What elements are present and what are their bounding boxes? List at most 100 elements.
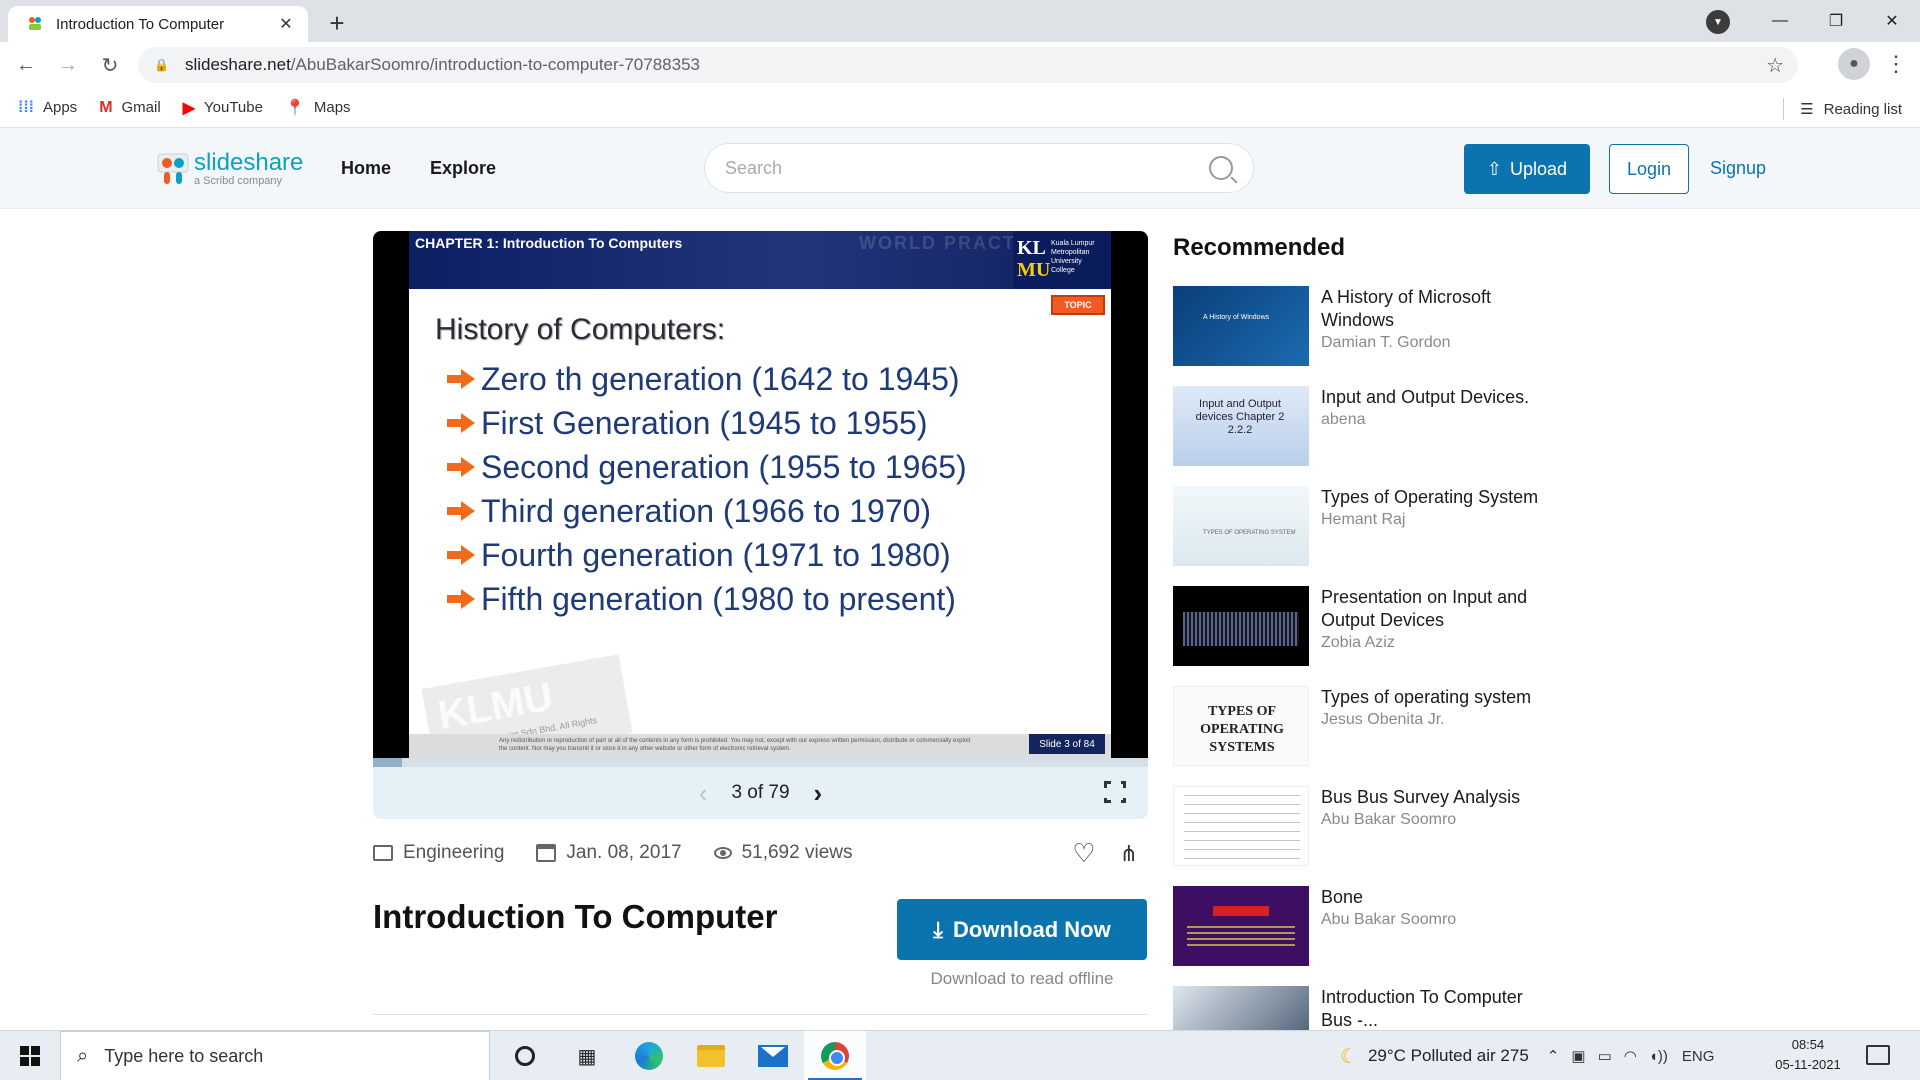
taskbar-clock[interactable]: 08:54 05-11-2021 xyxy=(1768,1035,1848,1075)
volume-icon[interactable]: ◖)) xyxy=(1649,1048,1668,1065)
recommended-item[interactable]: Bus Bus Survey Analysis Abu Bakar Soomro xyxy=(1173,786,1553,886)
cortana-button[interactable] xyxy=(494,1031,556,1080)
fullscreen-icon[interactable] xyxy=(1103,780,1127,804)
recommended-title[interactable]: Types of Operating System xyxy=(1321,486,1551,509)
nav-explore[interactable]: Explore xyxy=(430,158,496,179)
apps-grid-icon: ⁞⁞⁞ xyxy=(18,98,34,116)
forward-arrow-icon[interactable]: → xyxy=(52,49,84,81)
recommended-thumbnail[interactable]: TYPES OF OPERATING SYSTEM xyxy=(1173,486,1309,566)
recommended-thumbnail[interactable]: A History of Windows xyxy=(1173,286,1309,366)
browser-tab[interactable]: Introduction To Computer ✕ xyxy=(8,6,308,42)
recommended-title[interactable]: Presentation on Input and Output Devices xyxy=(1321,586,1551,632)
recommended-thumbnail[interactable] xyxy=(1173,586,1309,666)
like-heart-icon[interactable]: ♡ xyxy=(1072,838,1095,869)
upload-icon: ⇧ xyxy=(1486,158,1503,179)
close-window-icon[interactable]: ✕ xyxy=(1864,0,1920,42)
recommended-item[interactable]: TYPES OF OPERATING SYSTEMS Types of oper… xyxy=(1173,686,1553,786)
recommended-thumbnail[interactable] xyxy=(1173,886,1309,966)
chrome-button[interactable] xyxy=(804,1031,866,1080)
recommended-item[interactable]: Presentation on Input and Output Devices… xyxy=(1173,586,1553,686)
bookmark-maps[interactable]: 📍 Maps xyxy=(285,98,351,118)
lock-icon[interactable]: 🔒 xyxy=(154,58,169,72)
recommended-thumbnail[interactable]: Input and Output devices Chapter 2 2.2.2 xyxy=(1173,386,1309,466)
profile-avatar-icon[interactable]: ● xyxy=(1838,48,1870,80)
share-icon[interactable]: ⋔ xyxy=(1120,841,1138,867)
arrow-bullet-icon xyxy=(447,589,477,609)
notification-icon[interactable] xyxy=(1866,1045,1890,1065)
download-now-button[interactable]: ⤓ Download Now xyxy=(897,899,1147,960)
bookmark-apps[interactable]: ⁞⁞⁞ Apps xyxy=(18,99,77,117)
address-bar[interactable]: 🔒 slideshare.net/AbuBakarSoomro/introduc… xyxy=(138,47,1798,83)
battery-icon[interactable]: ▭ xyxy=(1598,1047,1612,1065)
slideshare-logo[interactable]: slideshare a Scribd company xyxy=(156,150,303,188)
recommended-item[interactable]: TYPES OF OPERATING SYSTEM Types of Opera… xyxy=(1173,486,1553,586)
reading-list-button[interactable]: ☰ Reading list xyxy=(1783,98,1902,120)
back-arrow-icon[interactable]: ← xyxy=(10,49,42,81)
recommended-item[interactable]: Input and Output devices Chapter 2 2.2.2… xyxy=(1173,386,1553,486)
download-label: Download Now xyxy=(953,916,1111,942)
chevron-up-icon[interactable]: ⌃ xyxy=(1547,1047,1560,1065)
recommended-title[interactable]: Types of operating system xyxy=(1321,686,1551,709)
weather-text[interactable]: 29°C Polluted air 275 xyxy=(1368,1046,1529,1066)
search-icon: ⌕ xyxy=(77,1044,89,1067)
bookmark-gmail[interactable]: M Gmail xyxy=(99,99,161,117)
menu-dots-icon[interactable]: ⋮ xyxy=(1884,48,1908,80)
prev-slide-icon[interactable]: ‹ xyxy=(699,778,708,809)
restore-icon[interactable]: ❐ xyxy=(1808,0,1864,42)
search-input[interactable]: Search xyxy=(704,143,1254,193)
recommended-thumbnail[interactable] xyxy=(1173,786,1309,866)
taskbar-search-input[interactable]: ⌕ Type here to search xyxy=(60,1031,490,1080)
device-icon[interactable]: ▣ xyxy=(1571,1047,1585,1065)
list-item: Third generation (1966 to 1970) xyxy=(447,489,967,533)
slide-fine-print: Any redistribution or reproduction of pa… xyxy=(499,738,971,752)
chrome-icon xyxy=(821,1042,849,1070)
weather-moon-icon[interactable]: ☾ xyxy=(1340,1044,1358,1069)
gmail-icon: M xyxy=(99,98,113,116)
recommended-title[interactable]: Introduction To Computer Bus -... xyxy=(1321,986,1551,1032)
mail-button[interactable] xyxy=(742,1031,804,1080)
edge-button[interactable] xyxy=(618,1031,680,1080)
recommended-title[interactable]: Input and Output Devices. xyxy=(1321,386,1551,409)
search-placeholder: Search xyxy=(725,157,783,178)
slide-progress-fill xyxy=(373,758,403,767)
nav-home[interactable]: Home xyxy=(341,158,391,179)
recommended-title[interactable]: Bone xyxy=(1321,886,1551,909)
next-slide-icon[interactable]: › xyxy=(814,778,823,809)
slide-chapter: CHAPTER 1: Introduction To Computers xyxy=(415,235,683,251)
logo-text: slideshare xyxy=(194,149,304,176)
bookmark-youtube[interactable]: ▶ YouTube xyxy=(183,98,263,118)
klmu-letters: KL MU xyxy=(1017,237,1051,281)
tab-search-icon[interactable]: ▼ xyxy=(1706,10,1730,34)
slide-progress-bar[interactable] xyxy=(373,758,1148,767)
recommended-title[interactable]: A History of Microsoft Windows xyxy=(1321,286,1551,332)
recommended-item[interactable]: A History of Windows A History of Micros… xyxy=(1173,286,1553,386)
category-link[interactable]: Engineering xyxy=(373,842,504,864)
search-icon[interactable] xyxy=(1209,156,1233,180)
list-item: Zero th generation (1642 to 1945) xyxy=(447,357,967,401)
recommended-thumbnail[interactable]: TYPES OF OPERATING SYSTEMS xyxy=(1173,686,1309,766)
content-divider xyxy=(373,1014,1148,1015)
minimize-icon[interactable]: — xyxy=(1752,0,1808,42)
document-meta: Engineering Jan. 08, 2017 51,692 views ♡… xyxy=(373,838,1148,868)
task-view-button[interactable]: ▦ xyxy=(556,1031,618,1080)
wifi-icon[interactable]: ◠ xyxy=(1624,1047,1637,1065)
language-indicator[interactable]: ENG xyxy=(1682,1048,1715,1065)
file-explorer-button[interactable] xyxy=(680,1031,742,1080)
reload-icon[interactable]: ↻ xyxy=(94,49,126,81)
bookmark-star-icon[interactable]: ☆ xyxy=(1766,53,1784,78)
windows-start-button[interactable] xyxy=(0,1031,60,1080)
maps-icon: 📍 xyxy=(284,99,305,117)
tab-close-icon[interactable]: ✕ xyxy=(276,14,296,34)
slide-footer-bar: Any redistribution or reproduction of pa… xyxy=(409,734,1111,758)
views-info: 51,692 views xyxy=(713,842,852,864)
login-button[interactable]: Login xyxy=(1609,144,1689,194)
upload-button[interactable]: ⇧ Upload xyxy=(1464,144,1590,194)
new-tab-button[interactable]: + xyxy=(322,8,352,38)
recommended-item[interactable]: Bone Abu Bakar Soomro xyxy=(1173,886,1553,986)
file-explorer-icon xyxy=(697,1045,725,1067)
upload-label: Upload xyxy=(1510,158,1568,179)
slide-area[interactable]: CHAPTER 1: Introduction To Computers WOR… xyxy=(373,231,1148,767)
signup-link[interactable]: Signup xyxy=(1710,158,1766,179)
klmu-logo: KL MU Kuala Lumpur Metropolitan Universit… xyxy=(1013,231,1111,289)
recommended-title[interactable]: Bus Bus Survey Analysis xyxy=(1321,786,1551,809)
